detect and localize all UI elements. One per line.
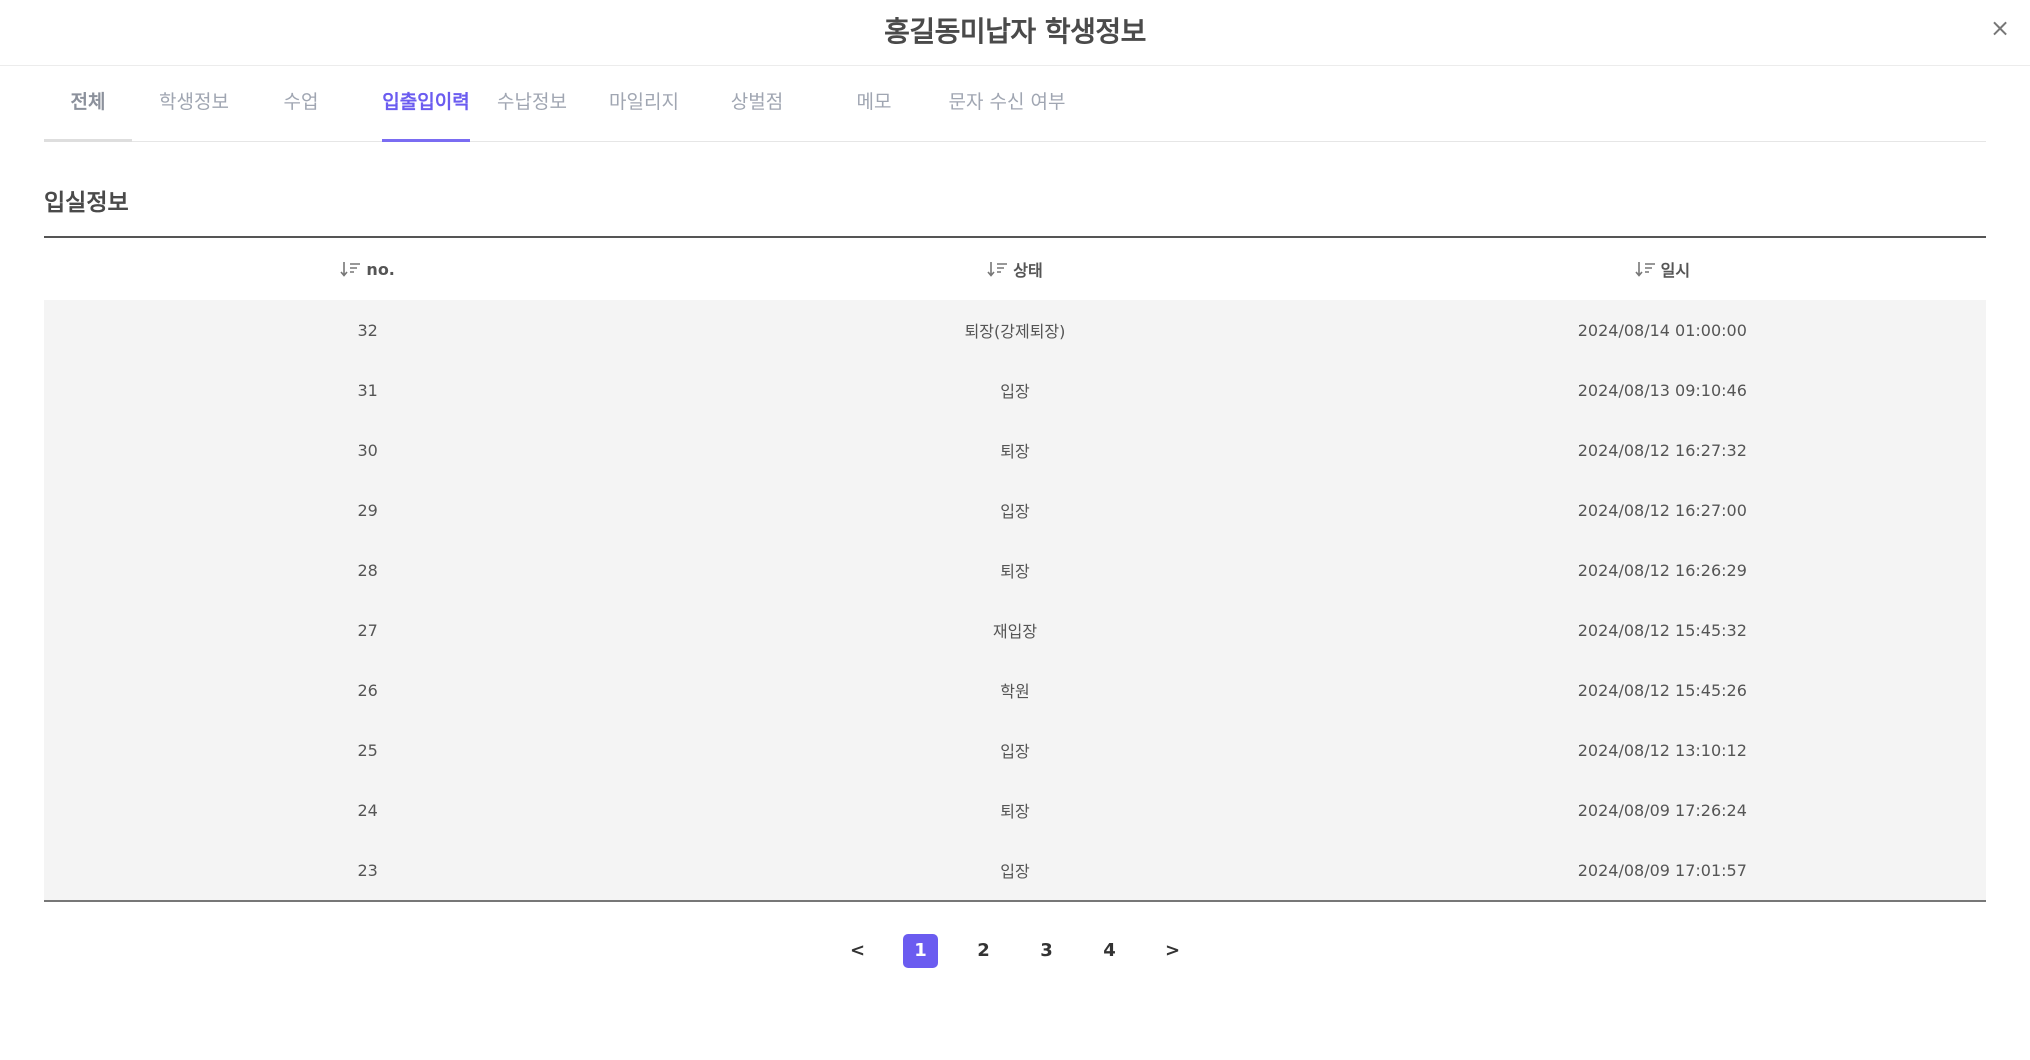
cell-status: 퇴장 [1000, 562, 1030, 581]
table-row: 27 재입장 2024/08/12 15:45:32 [44, 600, 1986, 660]
tab-merit-demerit[interactable]: 상벌점 [722, 66, 792, 142]
cell-datetime: 2024/08/12 16:26:29 [1577, 560, 1747, 580]
page-title: 홍길동미납자 학생정보 [884, 15, 1146, 48]
cell-datetime: 2024/08/09 17:26:24 [1577, 800, 1747, 820]
cell-datetime: 2024/08/12 13:10:12 [1577, 740, 1747, 760]
tab-classes[interactable]: 수업 [266, 66, 336, 142]
next-page-button[interactable]: > [1155, 934, 1190, 968]
cell-datetime: 2024/08/09 17:01:57 [1577, 860, 1747, 880]
column-label: no. [366, 259, 395, 279]
tab-sms-consent[interactable]: 문자 수신 여부 [942, 66, 1072, 142]
prev-page-button[interactable]: < [840, 934, 875, 968]
cell-datetime: 2024/08/12 15:45:32 [1577, 620, 1747, 640]
tab-memo[interactable]: 메모 [844, 66, 904, 142]
table-row: 25 입장 2024/08/12 13:10:12 [44, 720, 1986, 780]
tab-all[interactable]: 전체 [44, 66, 132, 142]
cell-status: 입장 [1000, 862, 1030, 881]
cell-no: 27 [357, 620, 378, 640]
cell-status: 퇴장(강제퇴장) [964, 322, 1066, 341]
cell-status: 퇴장 [1000, 802, 1030, 821]
column-label: 상태 [1013, 261, 1043, 280]
cell-status: 입장 [1000, 382, 1030, 401]
cell-datetime: 2024/08/12 15:45:26 [1577, 680, 1747, 700]
cell-no: 26 [357, 680, 378, 700]
table-row: 32 퇴장(강제퇴장) 2024/08/14 01:00:00 [44, 300, 1986, 360]
tab-mileage[interactable]: 마일리지 [604, 66, 684, 142]
cell-datetime: 2024/08/13 09:10:46 [1577, 380, 1747, 400]
column-header-no[interactable]: no. [44, 238, 691, 300]
tab-entry-exit-history[interactable]: 입출입이력 [382, 66, 470, 142]
cell-status: 입장 [1000, 742, 1030, 761]
cell-no: 23 [357, 860, 378, 880]
column-header-datetime[interactable]: 일시 [1339, 238, 1986, 300]
page-button-4[interactable]: 4 [1092, 934, 1127, 968]
cell-no: 31 [357, 380, 378, 400]
sort-icon [987, 262, 1008, 277]
entry-table: no. 상태 일시 32 퇴장(강제퇴장) 2024/08/14 01:00:0… [44, 236, 1986, 902]
tab-student-info[interactable]: 학생정보 [144, 66, 244, 142]
table-row: 28 퇴장 2024/08/12 16:26:29 [44, 540, 1986, 600]
cell-status: 학원 [1000, 682, 1030, 701]
cell-status: 재입장 [992, 622, 1038, 641]
section-title: 입실정보 [44, 190, 129, 216]
cell-datetime: 2024/08/14 01:00:00 [1577, 320, 1747, 340]
cell-no: 25 [357, 740, 378, 760]
close-icon[interactable]: × [1984, 12, 2016, 44]
column-header-status[interactable]: 상태 [691, 238, 1338, 300]
cell-no: 29 [357, 500, 378, 520]
page-button-1[interactable]: 1 [903, 934, 938, 968]
page-button-2[interactable]: 2 [966, 934, 1001, 968]
tab-payment-info[interactable]: 수납정보 [494, 66, 570, 142]
sort-icon [1634, 262, 1655, 277]
cell-no: 32 [357, 320, 378, 340]
table-row: 24 퇴장 2024/08/09 17:26:24 [44, 780, 1986, 840]
column-label: 일시 [1660, 261, 1691, 280]
cell-datetime: 2024/08/12 16:27:32 [1577, 440, 1747, 460]
tab-bar: 전체 학생정보 수업 입출입이력 수납정보 마일리지 상벌점 메모 문자 수신 … [44, 66, 1986, 142]
cell-no: 24 [357, 800, 378, 820]
modal-header: 홍길동미납자 학생정보 × [0, 0, 2030, 66]
cell-no: 28 [357, 560, 378, 580]
table-row: 29 입장 2024/08/12 16:27:00 [44, 480, 1986, 540]
cell-status: 입장 [1000, 502, 1030, 521]
page-button-3[interactable]: 3 [1029, 934, 1064, 968]
table-row: 26 학원 2024/08/12 15:45:26 [44, 660, 1986, 720]
table-row: 30 퇴장 2024/08/12 16:27:32 [44, 420, 1986, 480]
cell-status: 퇴장 [1000, 442, 1030, 461]
table-row: 31 입장 2024/08/13 09:10:46 [44, 360, 1986, 420]
cell-datetime: 2024/08/12 16:27:00 [1577, 500, 1747, 520]
pagination: < 1 2 3 4 > [0, 933, 2030, 969]
cell-no: 30 [357, 440, 378, 460]
table-row: 23 입장 2024/08/09 17:01:57 [44, 840, 1986, 900]
table-header: no. 상태 일시 [44, 238, 1986, 300]
sort-icon [340, 262, 361, 277]
